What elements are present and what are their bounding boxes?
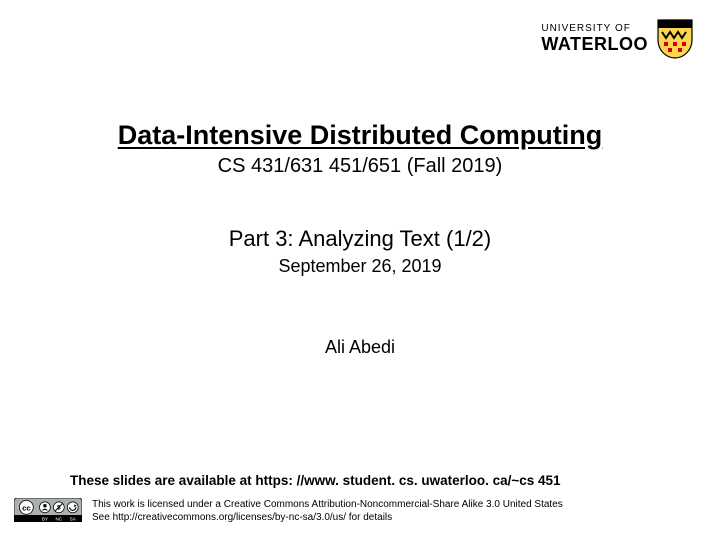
cc-by-label: BY <box>42 516 48 521</box>
slide-footer: These slides are available at https: //w… <box>14 473 706 524</box>
part-heading: Part 3: Analyzing Text (1/2) <box>0 226 720 252</box>
license-line2: See http://creativecommons.org/licenses/… <box>92 511 563 524</box>
license-text: This work is licensed under a Creative C… <box>92 498 563 524</box>
slide-title: Data-Intensive Distributed Computing <box>0 120 720 151</box>
university-logo-text: UNIVERSITY OF WATERLOO <box>541 24 648 53</box>
slide-content: Data-Intensive Distributed Computing CS … <box>0 120 720 358</box>
course-code: CS 431/631 451/651 (Fall 2019) <box>0 155 720 178</box>
cc-badge-icon: cc $ BY NC SA <box>14 498 82 522</box>
lecture-date: September 26, 2019 <box>0 256 720 277</box>
university-logo: UNIVERSITY OF WATERLOO <box>541 18 694 60</box>
cc-sa-label: SA <box>70 516 77 521</box>
availability-note: These slides are available at https: //w… <box>70 473 706 488</box>
author-name: Ali Abedi <box>0 337 720 358</box>
license-line1: This work is licensed under a Creative C… <box>92 498 563 511</box>
shield-icon <box>656 18 694 60</box>
license-row: cc $ BY NC SA This work is licensed unde… <box>14 498 706 524</box>
svg-text:cc: cc <box>22 503 31 512</box>
cc-nc-label: NC <box>55 516 62 521</box>
university-logo-line2: WATERLOO <box>541 35 648 54</box>
